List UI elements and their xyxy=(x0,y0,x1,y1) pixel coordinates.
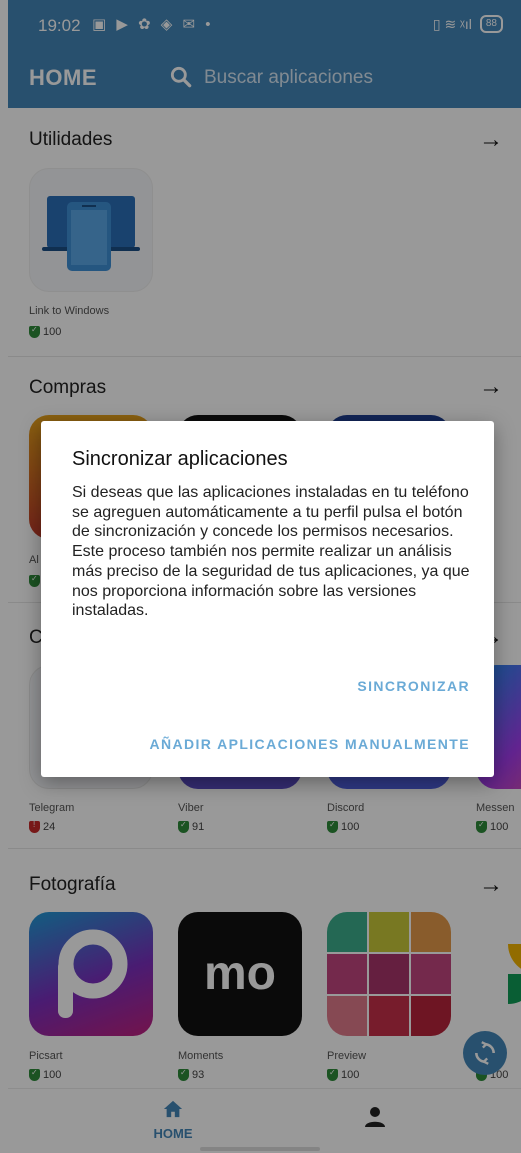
sync-button[interactable]: SINCRONIZAR xyxy=(357,678,470,694)
add-manually-button[interactable]: AÑADIR APLICACIONES MANUALMENTE xyxy=(149,736,470,752)
dialog-message: Si deseas que las aplicaciones instalada… xyxy=(72,484,470,620)
dialog-title: Sincronizar aplicaciones xyxy=(72,448,288,470)
sync-dialog: Sincronizar aplicaciones Si deseas que l… xyxy=(41,421,494,777)
